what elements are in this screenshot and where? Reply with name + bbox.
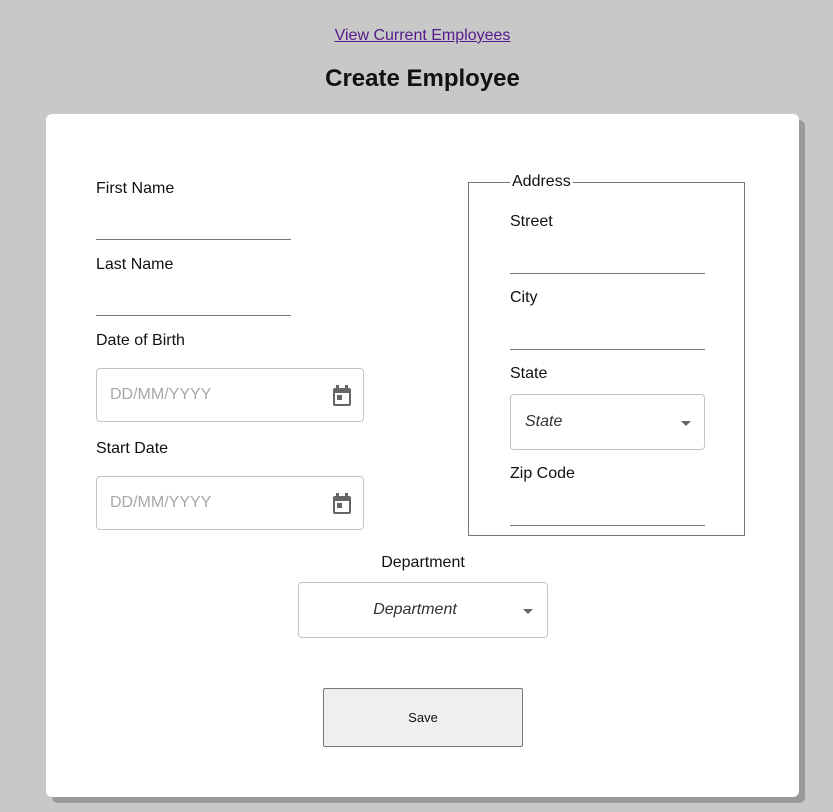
department-select[interactable]: Department [298, 582, 548, 638]
last-name-input[interactable] [96, 293, 291, 316]
first-name-input[interactable] [96, 217, 291, 240]
last-name-label: Last Name [96, 256, 174, 273]
save-button[interactable]: Save [323, 688, 523, 747]
page-title: Create Employee [325, 65, 520, 92]
create-employee-form: First Name Last Name Date of Birth DD/MM… [46, 114, 799, 797]
street-input[interactable] [510, 251, 705, 274]
state-select[interactable]: State [510, 394, 705, 450]
department-label: Department [381, 554, 465, 571]
calendar-icon[interactable] [332, 493, 352, 515]
street-label: Street [510, 213, 553, 230]
start-date-placeholder: DD/MM/YYYY [110, 494, 212, 511]
state-label: State [510, 365, 548, 382]
city-label: City [510, 289, 538, 306]
caret-down-icon [523, 609, 533, 614]
calendar-icon[interactable] [332, 385, 352, 407]
start-date-field[interactable]: DD/MM/YYYY [96, 476, 364, 530]
date-of-birth-field[interactable]: DD/MM/YYYY [96, 368, 364, 422]
first-name-label: First Name [96, 180, 175, 197]
zip-code-label: Zip Code [510, 465, 575, 482]
start-date-label: Start Date [96, 440, 169, 457]
state-select-value: State [525, 413, 563, 430]
department-select-value: Department [373, 601, 457, 618]
address-fieldset: Address Street City State State Zip Code [468, 173, 745, 536]
city-input[interactable] [510, 327, 705, 350]
view-employees-link[interactable]: View Current Employees [0, 27, 833, 45]
date-of-birth-placeholder: DD/MM/YYYY [110, 386, 212, 403]
caret-down-icon [681, 421, 691, 426]
zip-code-input[interactable] [510, 503, 705, 526]
address-legend: Address [510, 173, 573, 191]
date-of-birth-label: Date of Birth [96, 332, 185, 349]
